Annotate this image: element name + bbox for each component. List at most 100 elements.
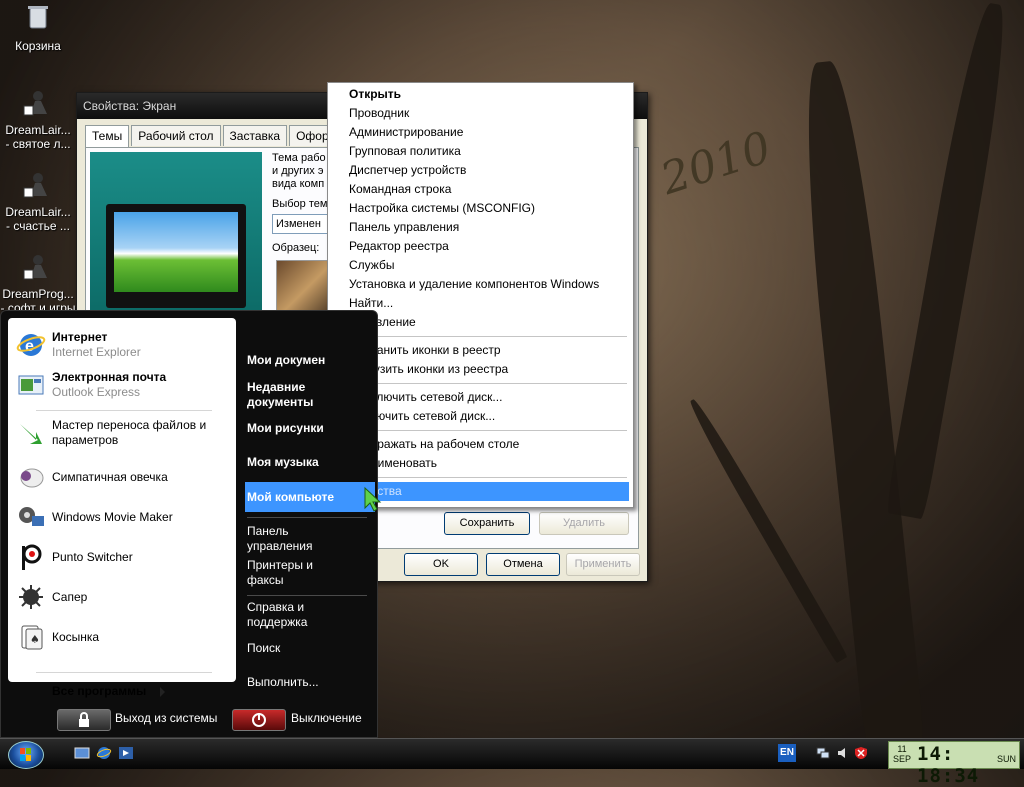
- system-clock[interactable]: 11 SEP 14: 18:34 SUN: [888, 741, 1020, 787]
- start-item-subtitle: Outlook Express: [52, 385, 141, 399]
- shutdown-label[interactable]: Выключение: [291, 711, 362, 725]
- menu-item-services[interactable]: Службы: [330, 256, 629, 275]
- menu-item-registry-editor[interactable]: Редактор реестра: [330, 237, 629, 256]
- start-menu-programs: e Интернет Internet Explorer Электронная …: [8, 318, 236, 698]
- start-link-my-pictures[interactable]: Мои рисунки: [247, 421, 375, 436]
- menu-item-command-prompt[interactable]: Командная строка: [330, 180, 629, 199]
- tab-themes[interactable]: Темы: [85, 125, 130, 148]
- shortcut-label-line2: - счастье ...: [6, 219, 70, 233]
- start-item-email[interactable]: Электронная почта Outlook Express: [16, 370, 230, 400]
- delete-button[interactable]: Удалить: [539, 512, 629, 535]
- start-item-solitaire[interactable]: ♠ Косынка: [16, 622, 230, 652]
- all-programs-label: Все программы: [52, 684, 147, 698]
- clock-day: 11: [897, 744, 907, 754]
- menu-item-windows-components[interactable]: Установка и удаление компонентов Windows: [330, 275, 629, 294]
- menu-item-group-policy[interactable]: Групповая политика: [330, 142, 629, 161]
- start-item-sheep[interactable]: Симпатичная овечка: [16, 462, 230, 492]
- tab-desktop[interactable]: Рабочий стол: [131, 125, 221, 146]
- start-link-line1: Недавние: [247, 380, 306, 394]
- start-menu-separator: [247, 595, 367, 596]
- start-item-subtitle: Internet Explorer: [52, 345, 141, 359]
- sheep-icon: [20, 468, 44, 488]
- wallpaper-tree: [685, 396, 849, 664]
- start-item-title: Косынка: [52, 629, 100, 644]
- menu-item-administration[interactable]: Администрирование: [330, 123, 629, 142]
- start-link-line2: документы: [247, 395, 314, 409]
- clock-date: 11 SEP: [893, 744, 911, 764]
- logoff-label[interactable]: Выход из системы: [115, 711, 217, 725]
- start-item-title-line2: параметров: [52, 433, 119, 447]
- desktop-shortcut-dreamlair-2[interactable]: DreamLair... - счастье ...: [0, 168, 76, 233]
- start-item-title: Сапер: [52, 589, 88, 604]
- show-desktop-icon[interactable]: [74, 745, 90, 761]
- start-item-movie-maker[interactable]: Windows Movie Maker: [16, 502, 230, 532]
- recycle-bin-icon: [28, 6, 48, 29]
- shortcut-icon: [23, 91, 47, 116]
- shortcut-label-line2: - святое л...: [5, 137, 71, 151]
- language-indicator[interactable]: EN: [778, 744, 796, 762]
- internet-explorer-icon[interactable]: [96, 745, 112, 761]
- logoff-button[interactable]: [57, 709, 111, 731]
- start-link-my-computer[interactable]: Мой компьюте: [245, 482, 375, 512]
- theme-preview: [90, 152, 262, 318]
- recycle-bin-desktop-icon[interactable]: Корзина: [0, 2, 76, 53]
- start-link-control-panel[interactable]: Панель управления: [247, 524, 375, 554]
- arrow-right-icon: [160, 686, 166, 697]
- theme-description: Тема рабо и других э вида комп: [272, 152, 326, 190]
- start-link-recent-documents[interactable]: Недавние документы: [247, 380, 375, 410]
- internet-explorer-icon: e: [16, 334, 46, 356]
- wallpaper-text: 2010: [654, 121, 778, 206]
- menu-item-msconfig[interactable]: Настройка системы (MSCONFIG): [330, 199, 629, 218]
- outlook-express-icon: [18, 375, 44, 395]
- wallpaper-tree: [885, 0, 1015, 520]
- save-button[interactable]: Сохранить: [444, 512, 530, 535]
- start-button[interactable]: [8, 741, 44, 769]
- network-icon[interactable]: [816, 746, 830, 760]
- volume-icon[interactable]: [836, 746, 850, 760]
- shortcut-label-line1: DreamLair...: [5, 205, 71, 219]
- minesweeper-icon: [19, 585, 43, 609]
- start-item-minesweeper[interactable]: Сапер: [16, 582, 230, 612]
- desktop-shortcut-dreamlair-1[interactable]: DreamLair... - святое л...: [0, 86, 76, 151]
- recycle-bin-label: Корзина: [15, 39, 61, 53]
- start-item-title: Электронная почта: [52, 370, 167, 384]
- start-link-line1: Принтеры и: [247, 558, 313, 572]
- menu-item-device-manager[interactable]: Диспетчер устройств: [330, 161, 629, 180]
- transfer-wizard-icon: [20, 424, 42, 444]
- security-alert-icon[interactable]: [854, 746, 868, 760]
- start-item-internet[interactable]: e Интернет Internet Explorer: [16, 330, 230, 360]
- tab-screensaver[interactable]: Заставка: [222, 125, 288, 146]
- dialog-tabs: Темы Рабочий стол Заставка Оформлен: [85, 125, 366, 148]
- start-link-my-documents[interactable]: Мои докумен: [247, 353, 375, 368]
- lock-icon: [79, 712, 89, 727]
- menu-item-open[interactable]: Открыть: [330, 85, 629, 104]
- start-item-title-line1: Мастер переноса файлов и: [52, 418, 207, 432]
- start-item-punto-switcher[interactable]: Punto Switcher: [16, 542, 230, 572]
- menu-item-control-panel[interactable]: Панель управления: [330, 218, 629, 237]
- start-item-transfer-wizard[interactable]: Мастер переноса файлов и параметров: [16, 418, 230, 448]
- start-link-line2: факсы: [247, 573, 284, 587]
- start-link-help[interactable]: Справка и поддержка: [247, 600, 375, 630]
- shortcut-label-line1: DreamProg...: [2, 287, 74, 301]
- menu-item-explorer[interactable]: Проводник: [330, 104, 629, 123]
- monitor-icon: [106, 204, 246, 308]
- shutdown-button[interactable]: [232, 709, 286, 731]
- apply-button[interactable]: Применить: [566, 553, 640, 576]
- ok-button[interactable]: OK: [404, 553, 478, 576]
- mouse-cursor-icon: [364, 486, 382, 512]
- start-link-search[interactable]: Поиск: [247, 641, 375, 656]
- punto-switcher-icon: [22, 544, 42, 570]
- svg-text:♠: ♠: [30, 633, 40, 646]
- theme-label: Выбор тем: [272, 198, 328, 210]
- start-menu-separator: [247, 517, 367, 518]
- cancel-button[interactable]: Отмена: [486, 553, 560, 576]
- windows-logo-icon: [20, 748, 31, 761]
- desktop-shortcut-dreamprog[interactable]: DreamProg... - софт и игры: [0, 250, 76, 315]
- media-player-icon[interactable]: [118, 745, 134, 761]
- sample-label: Образец:: [272, 242, 320, 254]
- start-link-printers[interactable]: Принтеры и факсы: [247, 558, 375, 588]
- start-menu-footer: Выход из системы Выключение: [1, 701, 377, 737]
- all-programs-button[interactable]: Все программы: [52, 684, 166, 698]
- start-link-run[interactable]: Выполнить...: [247, 675, 375, 690]
- start-link-my-music[interactable]: Моя музыка: [247, 455, 375, 470]
